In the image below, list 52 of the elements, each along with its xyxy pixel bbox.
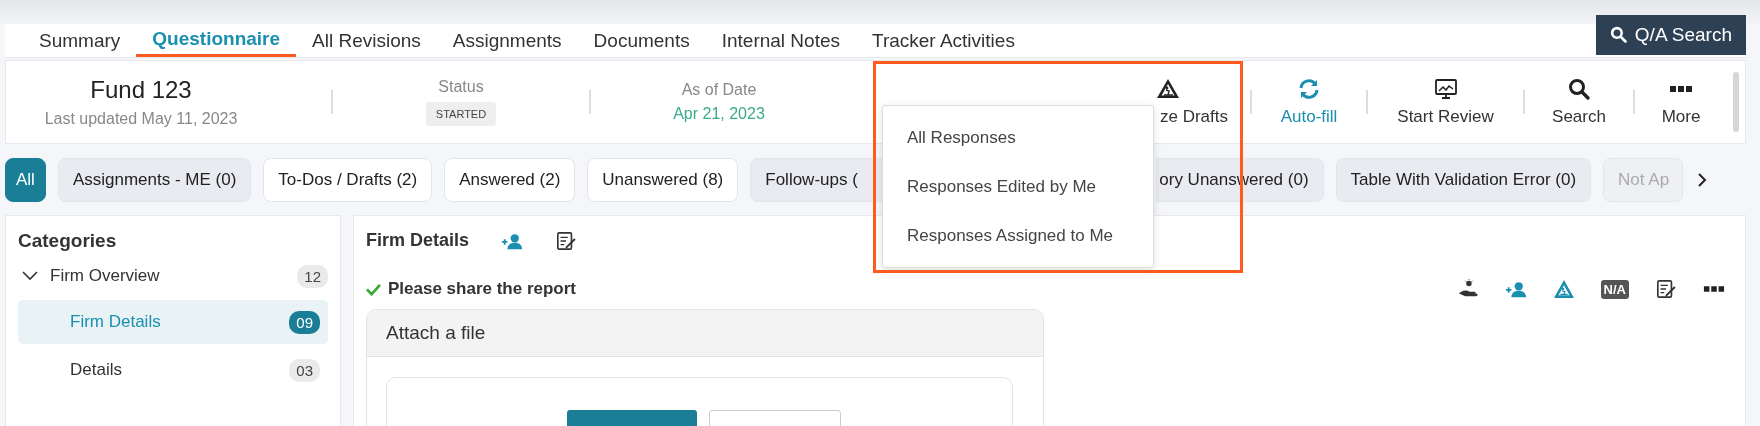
refresh-icon	[1297, 77, 1321, 101]
filter-chip[interactable]: All	[5, 158, 46, 202]
warning-icon[interactable]	[1552, 279, 1575, 299]
more-icon	[1669, 84, 1693, 94]
menu-item[interactable]: Responses Assigned to Me	[883, 220, 1153, 251]
tab[interactable]: Documents	[577, 24, 706, 57]
tab[interactable]: Tracker Activities	[856, 24, 1031, 57]
filter-chip[interactable]: Unanswered (8)	[587, 158, 739, 202]
tab[interactable]: Internal Notes	[705, 24, 856, 57]
question-text: Please share the report	[388, 279, 577, 299]
hand-bulb-icon[interactable]	[1456, 279, 1479, 299]
scrollbar[interactable]	[1733, 72, 1739, 132]
count-badge: 09	[289, 310, 320, 334]
more-icon[interactable]	[1703, 285, 1725, 293]
count-badge: 12	[297, 264, 328, 288]
categories-title: Categories	[18, 230, 118, 252]
toolbar-button[interactable]: Start Review	[1368, 77, 1523, 127]
tab[interactable]: Assignments	[436, 24, 578, 57]
toolbar-button[interactable]: Auto-fill	[1252, 77, 1366, 127]
chevron-icon[interactable]	[22, 271, 38, 281]
tab[interactable]: Questionnaire	[136, 24, 297, 57]
category-item[interactable]: Firm Details 09	[18, 300, 328, 344]
chevron-right-icon	[1697, 172, 1708, 188]
as-of-date-label: As of Date	[681, 81, 757, 99]
search-icon	[1567, 77, 1591, 101]
status-label: Status	[438, 78, 484, 96]
filter-chip[interactable]: To-Dos / Drafts (2)	[263, 158, 433, 202]
filter-chip[interactable]: Answered (2)	[444, 158, 576, 202]
monitor-chart-icon	[1433, 77, 1458, 101]
card-title: Attach a file	[386, 322, 486, 344]
toolbar-button[interactable]: Search	[1525, 77, 1633, 127]
warning-icon	[1156, 77, 1180, 101]
last-updated-text: Last updated May 11, 2023	[44, 110, 238, 128]
not-applicable-button[interactable]: N/A	[1600, 279, 1629, 299]
category-label: Details	[70, 360, 123, 380]
edit-icon[interactable]	[555, 230, 578, 251]
count-badge: 03	[289, 358, 320, 382]
tab[interactable]: All Revisions	[296, 24, 437, 57]
menu-item[interactable]: All Responses	[883, 122, 1153, 153]
edit-icon[interactable]	[1655, 279, 1677, 299]
as-of-date-value: Apr 21, 2023	[673, 105, 765, 123]
fund-name: Fund 123	[90, 76, 192, 104]
tab[interactable]: Summary	[23, 24, 137, 57]
section-title: Firm Details	[366, 230, 470, 251]
search-icon	[1609, 26, 1627, 43]
qa-search-button[interactable]: Q/A Search	[1595, 14, 1746, 55]
category-item[interactable]: Firm Overview	[50, 266, 298, 286]
category-item[interactable]: Details 03	[18, 348, 328, 392]
add-person-icon[interactable]	[1504, 279, 1527, 299]
status-badge: STARTED	[425, 102, 497, 126]
category-label: Firm Details	[70, 312, 162, 332]
toolbar-button[interactable]: More	[1635, 77, 1727, 127]
